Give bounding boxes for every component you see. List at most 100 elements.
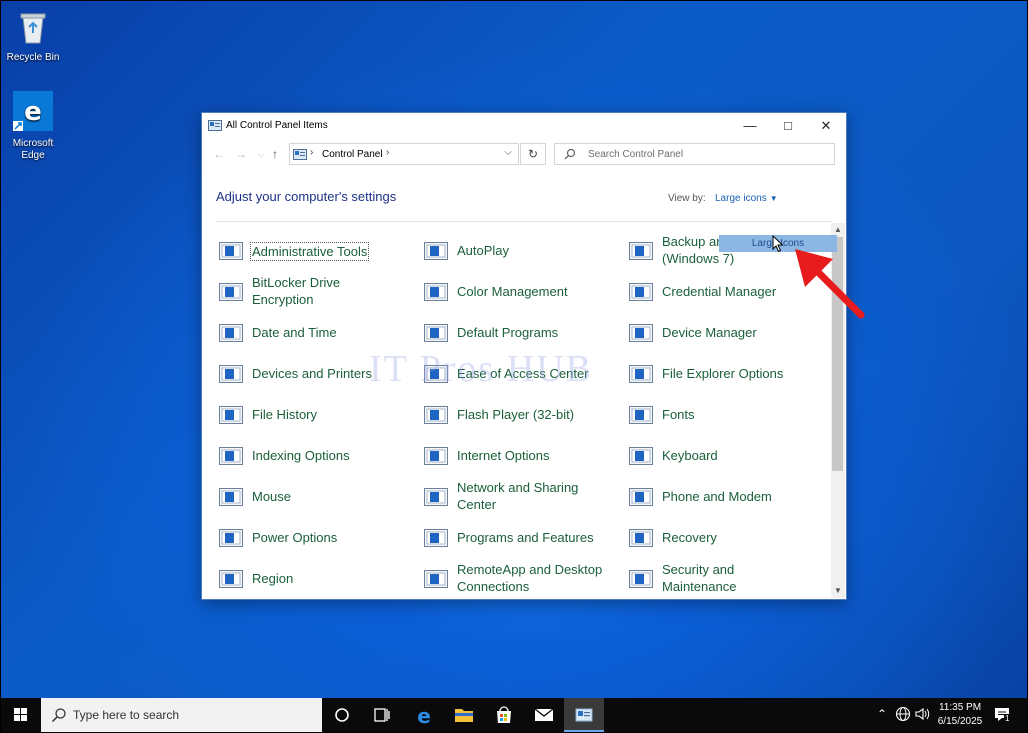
control-panel-item[interactable]: BitLocker Drive Encryption xyxy=(202,271,402,307)
control-panel-applet-icon xyxy=(424,242,448,265)
control-panel-item[interactable]: AutoPlay xyxy=(407,230,607,264)
taskbar-search-box[interactable]: Type here to search xyxy=(41,698,322,732)
control-panel-item[interactable]: Default Programs xyxy=(407,312,607,346)
scroll-down-icon[interactable]: ▼ xyxy=(834,586,842,595)
control-panel-item[interactable]: Recovery xyxy=(612,517,812,551)
control-panel-item[interactable]: Mouse xyxy=(202,476,402,510)
task-view-button[interactable] xyxy=(362,698,402,732)
taskbar-control-panel-button[interactable] xyxy=(564,698,604,732)
refresh-button[interactable]: ↻ xyxy=(520,143,546,165)
view-by-dropdown[interactable]: Large icons ▼ xyxy=(715,193,778,204)
control-panel-item[interactable]: Device Manager xyxy=(612,312,812,346)
view-by-value: Large icons xyxy=(715,193,767,204)
control-panel-item[interactable]: Power Options xyxy=(202,517,402,551)
control-panel-item[interactable]: Credential Manager xyxy=(612,271,812,305)
control-panel-item[interactable]: Fonts xyxy=(612,394,812,428)
back-arrow-icon[interactable]: ← xyxy=(213,147,225,161)
search-icon xyxy=(51,707,67,728)
maximize-button[interactable]: □ xyxy=(769,113,807,138)
notification-count-badge: 1 xyxy=(1004,714,1011,723)
svg-text:e: e xyxy=(417,704,431,728)
control-panel-applet-icon xyxy=(219,529,243,552)
control-panel-item[interactable]: Keyboard xyxy=(612,435,812,469)
edge-label: Microsoft Edge xyxy=(12,138,54,161)
view-by-label: View by: xyxy=(668,193,706,204)
cortana-button[interactable] xyxy=(322,698,362,732)
control-panel-item[interactable]: File Explorer Options xyxy=(612,353,812,387)
control-panel-item-label: Administrative Tools xyxy=(250,242,370,261)
control-panel-item[interactable]: Date and Time xyxy=(202,312,402,346)
control-panel-applet-icon xyxy=(219,242,243,265)
taskbar-file-explorer-button[interactable] xyxy=(444,698,484,732)
control-panel-applet-icon xyxy=(629,529,653,552)
chevron-right-icon[interactable]: › xyxy=(386,147,389,158)
title-bar[interactable]: All Control Panel Items — □ ✕ xyxy=(202,113,846,138)
control-panel-applet-icon xyxy=(629,283,653,306)
control-panel-item[interactable]: Phone and Modem xyxy=(612,476,812,510)
control-panel-item-label: Programs and Features xyxy=(457,530,594,545)
clock-date: 6/15/2025 xyxy=(937,716,983,727)
volume-icon[interactable] xyxy=(914,706,930,732)
minimize-button[interactable]: — xyxy=(731,113,769,138)
control-panel-icon xyxy=(208,120,222,134)
chevron-right-icon[interactable]: › xyxy=(310,147,313,158)
control-panel-item[interactable]: Internet Options xyxy=(407,435,607,469)
control-panel-item[interactable]: Administrative Tools xyxy=(202,230,402,264)
control-panel-item-label: Phone and Modem xyxy=(662,489,772,504)
desktop: Recycle Bin e Microsoft Edge All Control… xyxy=(0,0,1028,733)
taskbar-edge-button[interactable]: e xyxy=(404,698,444,732)
notification-center-button[interactable]: 1 xyxy=(993,706,1013,732)
control-panel-item[interactable]: Region xyxy=(202,558,402,592)
search-icon xyxy=(564,148,576,163)
taskbar-store-button[interactable] xyxy=(484,698,524,732)
control-panel-item[interactable]: Network and Sharing Center xyxy=(407,476,607,512)
search-input[interactable]: Search Control Panel xyxy=(554,143,835,165)
control-panel-applet-icon xyxy=(219,324,243,347)
control-panel-applet-icon xyxy=(629,242,653,265)
control-panel-applet-icon xyxy=(219,488,243,511)
scroll-up-icon[interactable]: ▲ xyxy=(834,225,842,234)
control-panel-item-label: Devices and Printers xyxy=(252,366,372,381)
network-icon[interactable] xyxy=(895,706,911,732)
address-bar[interactable]: › Control Panel › ⌵ xyxy=(289,143,519,165)
control-panel-item-label: BitLocker Drive Encryption xyxy=(252,275,341,307)
start-button[interactable] xyxy=(1,698,41,732)
control-panel-item-label: File History xyxy=(252,407,318,422)
control-panel-item-label: Power Options xyxy=(252,530,338,545)
recycle-bin-shortcut[interactable]: Recycle Bin xyxy=(1,9,65,64)
control-panel-applet-icon xyxy=(629,406,653,429)
edge-icon: e xyxy=(417,704,431,728)
control-panel-item[interactable]: Programs and Features xyxy=(407,517,607,551)
control-panel-applet-icon xyxy=(424,447,448,470)
show-hidden-icons-chevron-icon[interactable]: ⌃ xyxy=(877,707,887,732)
control-panel-item[interactable]: Color Management xyxy=(407,271,607,305)
system-clock[interactable]: 11:35 PM 6/15/2025 xyxy=(930,701,990,729)
control-panel-item-label: Color Management xyxy=(457,284,568,299)
control-panel-item-label: AutoPlay xyxy=(457,243,510,258)
clock-time: 11:35 PM xyxy=(938,702,982,713)
control-panel-item[interactable]: File History xyxy=(202,394,402,428)
control-panel-applet-icon xyxy=(219,365,243,388)
breadcrumb-control-panel[interactable]: Control Panel xyxy=(322,149,383,160)
close-button[interactable]: ✕ xyxy=(807,113,845,138)
up-arrow-icon[interactable]: ↑ xyxy=(272,147,278,161)
divider xyxy=(216,221,832,222)
control-panel-item[interactable]: Indexing Options xyxy=(202,435,402,469)
edge-shortcut[interactable]: e Microsoft Edge xyxy=(1,91,65,162)
control-panel-item[interactable]: RemoteApp and Desktop Connections xyxy=(407,558,607,594)
forward-arrow-icon[interactable]: → xyxy=(235,147,247,161)
control-panel-item[interactable]: Flash Player (32-bit) xyxy=(407,394,607,428)
control-panel-item-label: Credential Manager xyxy=(662,284,777,299)
control-panel-item[interactable]: Security and Maintenance xyxy=(612,558,812,594)
address-dropdown-icon[interactable]: ⌵ xyxy=(504,147,512,158)
recent-locations-chevron-icon[interactable]: ⌵ xyxy=(258,150,264,160)
mail-icon xyxy=(534,708,554,721)
taskbar-mail-button[interactable] xyxy=(524,698,564,732)
control-panel-applet-icon xyxy=(219,447,243,470)
control-panel-applet-icon xyxy=(424,406,448,429)
taskbar: Type here to search e ⌃ 11:35 PM 6/15/20… xyxy=(1,698,1027,732)
recycle-bin-label: Recycle Bin xyxy=(6,52,60,63)
control-panel-item-label: Flash Player (32-bit) xyxy=(457,407,575,422)
control-panel-item-label: Internet Options xyxy=(457,448,550,463)
windows-logo-icon xyxy=(14,708,27,721)
